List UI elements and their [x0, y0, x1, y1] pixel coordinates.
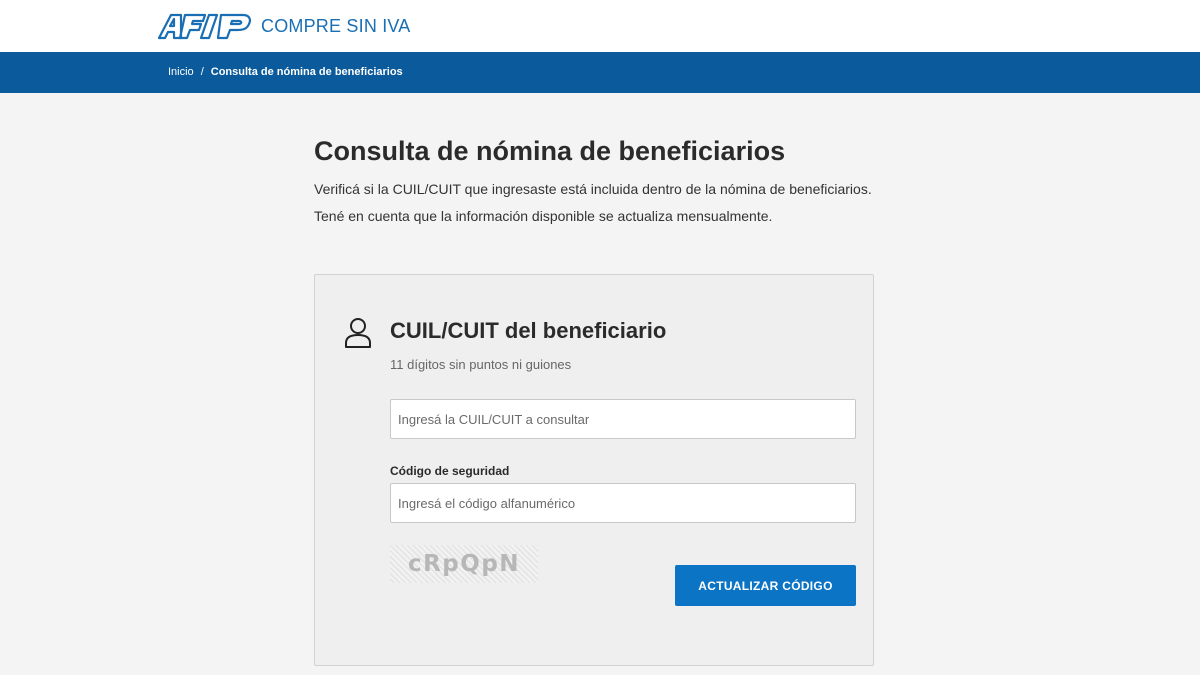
- captcha-text: cRpQpN: [407, 551, 521, 577]
- form-subtitle: 11 dígitos sin puntos ni guiones: [390, 357, 572, 372]
- cuit-input[interactable]: [390, 399, 856, 439]
- breadcrumb-separator: /: [200, 66, 204, 78]
- breadcrumb: Inicio / Consulta de nómina de beneficia…: [168, 66, 403, 78]
- afip-logo: [157, 12, 253, 40]
- page-title: Consulta de nómina de beneficiarios: [314, 136, 786, 166]
- page-description-verify: Verificá si la CUIL/CUIT que ingresaste …: [314, 181, 872, 197]
- breadcrumb-bar: Inicio / Consulta de nómina de beneficia…: [0, 52, 1200, 93]
- top-header: COMPRE SIN IVA: [0, 0, 1200, 52]
- beneficiary-query-form: CUIL/CUIT del beneficiario 11 dígitos si…: [314, 274, 874, 666]
- refresh-code-button[interactable]: ACTUALIZAR CÓDIGO: [675, 565, 856, 606]
- user-icon: [344, 317, 372, 354]
- form-title: CUIL/CUIT del beneficiario: [390, 318, 667, 343]
- security-code-label: Código de seguridad: [390, 464, 510, 478]
- security-code-input[interactable]: [390, 483, 856, 523]
- site-title: COMPRE SIN IVA: [261, 15, 411, 36]
- site-brand-link[interactable]: COMPRE SIN IVA: [157, 11, 411, 41]
- page-description-update-note: Tené en cuenta que la información dispon…: [314, 208, 773, 224]
- captcha-image: cRpQpN: [390, 545, 538, 583]
- breadcrumb-current: Consulta de nómina de beneficiarios: [210, 66, 403, 78]
- breadcrumb-home-link[interactable]: Inicio: [168, 66, 194, 78]
